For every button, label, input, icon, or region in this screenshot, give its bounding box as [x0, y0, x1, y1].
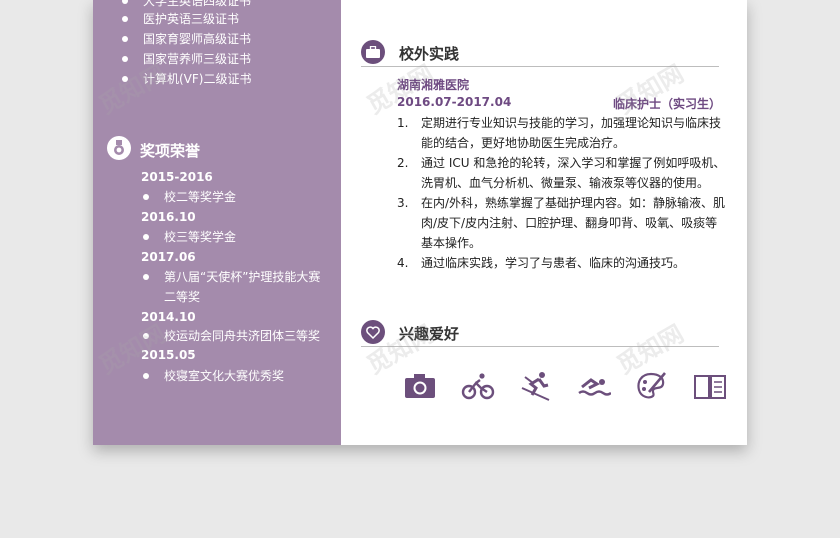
duty-item: 1. 定期进行专业知识与技能的学习，加强理论知识与临床技能的结合，更好地协助医生…	[397, 113, 727, 153]
duty-number: 3.	[397, 196, 409, 210]
duty-text: 定期进行专业知识与技能的学习，加强理论知识与临床技能的结合，更好地协助医生完成治…	[421, 116, 722, 150]
practice-dates: 2016.07-2017.04	[397, 95, 512, 109]
cycling-icon	[461, 370, 495, 402]
divider	[361, 346, 719, 347]
award-year: 2014.10	[141, 310, 196, 324]
medal-icon	[107, 136, 131, 160]
practice-role: 临床护士（实习生）	[612, 97, 721, 111]
resume-page: 大学生英语四级证书 医护英语三级证书 国家育婴师高级证书 国家营养师三级证书 计…	[93, 0, 747, 445]
briefcase-icon	[361, 40, 385, 64]
duty-number: 1.	[397, 116, 409, 130]
camera-icon	[403, 370, 437, 402]
duty-item: 4. 通过临床实践，学习了与患者、临床的沟通技巧。	[397, 253, 727, 273]
painting-icon	[635, 370, 669, 402]
award-year: 2015.05	[141, 348, 196, 362]
awards-heading: 奖项荣誉	[140, 142, 201, 160]
duty-number: 2.	[397, 156, 409, 170]
certificate-item: 国家育婴师高级证书	[121, 32, 252, 46]
divider	[361, 66, 719, 67]
award-item: 校寝室文化大赛优秀奖	[142, 369, 285, 383]
hobbies-heading: 兴趣爱好	[399, 325, 460, 343]
certificate-item: 国家营养师三级证书	[121, 52, 252, 66]
practice-organization: 湖南湘雅医院	[397, 78, 470, 92]
swimming-icon	[577, 370, 612, 402]
award-year: 2015-2016	[141, 170, 213, 184]
main-content: 校外实践 湖南湘雅医院 2016.07-2017.04 临床护士（实习生） 1.…	[341, 0, 747, 445]
duty-number: 4.	[397, 256, 409, 270]
sidebar: 大学生英语四级证书 医护英语三级证书 国家育婴师高级证书 国家营养师三级证书 计…	[93, 0, 341, 445]
award-item: 校二等奖学金	[142, 190, 237, 204]
heart-icon	[361, 320, 385, 344]
practice-heading: 校外实践	[399, 45, 460, 63]
award-year: 2016.10	[141, 210, 196, 224]
award-item: 校三等奖学金	[142, 230, 237, 244]
certificate-item: 医护英语三级证书	[121, 12, 240, 26]
certificate-item: 计算机(VF)二级证书	[121, 72, 252, 86]
duty-text: 通过临床实践，学习了与患者、临床的沟通技巧。	[421, 256, 686, 270]
duty-item: 2. 通过 ICU 和急抢的轮转，深入学习和掌握了例如呼吸机、洗胃机、血气分析机…	[397, 153, 727, 193]
award-year: 2017.06	[141, 250, 196, 264]
duty-text: 在内/外科，熟练掌握了基础护理内容。如：静脉输液、肌肉/皮下/皮内注射、口腔护理…	[421, 196, 726, 250]
reading-icon	[693, 370, 727, 402]
award-item: 校运动会同舟共济团体三等奖	[142, 329, 321, 343]
skiing-icon	[519, 370, 553, 402]
award-item: 第八届“天使杯”护理技能大赛	[142, 270, 321, 284]
duty-text: 通过 ICU 和急抢的轮转，深入学习和掌握了例如呼吸机、洗胃机、血气分析机、微量…	[421, 156, 726, 190]
duty-item: 3. 在内/外科，熟练掌握了基础护理内容。如：静脉输液、肌肉/皮下/皮内注射、口…	[397, 193, 727, 253]
award-item-continued: 二等奖	[164, 290, 201, 304]
certificate-item: 大学生英语四级证书	[121, 0, 251, 8]
